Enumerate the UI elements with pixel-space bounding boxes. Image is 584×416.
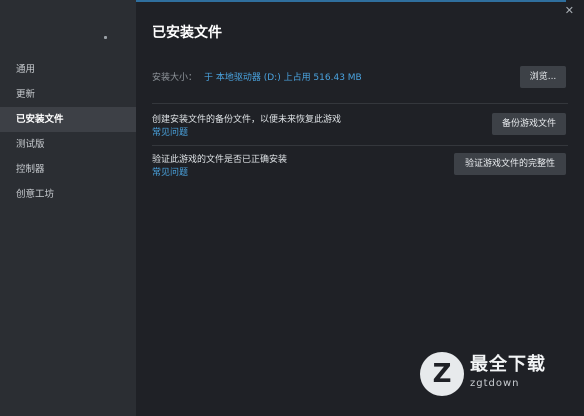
backup-faq-link[interactable]: 常见问题 [152, 125, 188, 138]
page-title: 已安装文件 [152, 25, 222, 41]
verify-faq-link[interactable]: 常见问题 [152, 165, 188, 178]
divider [152, 103, 568, 104]
backup-row: 创建安装文件的备份文件，以便未来恢复此游戏 常见问题 备份游戏文件 [152, 112, 568, 146]
sidebar-item-installed-files[interactable]: 已安装文件 [0, 107, 136, 132]
verify-row: 验证此游戏的文件是否已正确安装 常见问题 验证游戏文件的完整性 [152, 152, 568, 186]
watermark-url: zgtdown [470, 378, 520, 389]
settings-sidebar: 通用 更新 已安装文件 测试版 控制器 创意工坊 [0, 0, 136, 416]
watermark-logo-icon: Z [420, 352, 464, 396]
divider [152, 145, 568, 146]
verify-integrity-button[interactable]: 验证游戏文件的完整性 [454, 153, 566, 175]
watermark-title: 最全下载 [470, 354, 546, 375]
install-size-row: 安装大小： 于 本地驱动器 (D:) 上占用 516.43 MB 浏览... [152, 66, 568, 88]
sidebar-nav: 通用 更新 已安装文件 测试版 控制器 创意工坊 [0, 57, 136, 207]
sidebar-item-workshop[interactable]: 创意工坊 [0, 182, 136, 207]
sidebar-item-updates[interactable]: 更新 [0, 82, 136, 107]
sidebar-item-controller[interactable]: 控制器 [0, 157, 136, 182]
install-size-label: 安装大小： [152, 73, 198, 83]
watermark: Z 最全下载 zgtdown [420, 348, 578, 404]
sidebar-item-betas[interactable]: 测试版 [0, 132, 136, 157]
backup-description: 创建安装文件的备份文件，以便未来恢复此游戏 [152, 115, 342, 125]
verify-description: 验证此游戏的文件是否已正确安装 [152, 155, 288, 165]
install-size-value: 于 本地驱动器 (D:) 上占用 516.43 MB [204, 73, 362, 83]
browse-button[interactable]: 浏览... [520, 66, 566, 88]
top-accent-line [136, 0, 566, 2]
sidebar-decoration [104, 36, 107, 39]
backup-game-files-button[interactable]: 备份游戏文件 [492, 113, 566, 135]
close-icon[interactable]: ✕ [565, 5, 574, 17]
sidebar-item-general[interactable]: 通用 [0, 57, 136, 82]
